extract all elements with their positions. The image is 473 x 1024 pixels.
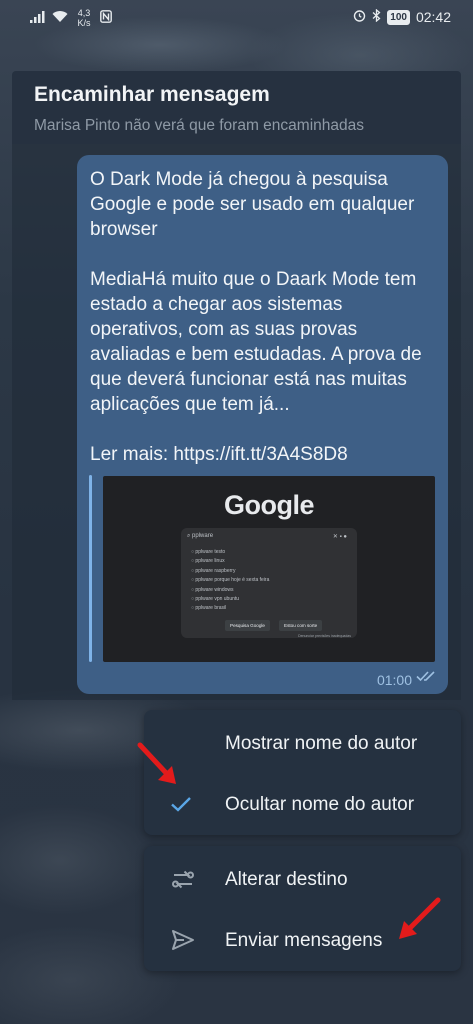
suggestion-item: pplware porque hoje é sexta feira — [191, 576, 269, 585]
google-suggestions: pplware testo pplware linux pplware rasp… — [191, 548, 269, 614]
forward-header: Encaminhar mensagem Marisa Pinto não ver… — [12, 71, 461, 144]
alarm-icon — [353, 9, 366, 25]
change-destination-label: Alterar destino — [225, 869, 348, 890]
send-icon — [170, 927, 196, 958]
page-subtitle: Marisa Pinto não verá que foram encaminh… — [34, 117, 364, 134]
suggestion-item: pplware raspberry — [191, 567, 269, 576]
suggestion-item: pplware windows — [191, 586, 269, 595]
page-title: Encaminhar mensagem — [34, 83, 270, 106]
google-search-button: Pesquisa Google — [225, 620, 270, 631]
google-search-box: ⌕ pplware✕ ▪ ● pplware testo pplware lin… — [181, 528, 357, 638]
clock: 02:42 — [415, 9, 451, 25]
google-lucky-button: Estou com sorte — [279, 620, 323, 631]
message-time: 01:00 — [376, 672, 412, 688]
suggestion-item: pplware linux — [191, 557, 269, 566]
nfc-icon — [100, 10, 112, 26]
red-arrow-icon — [136, 742, 178, 791]
swap-icon — [170, 866, 196, 897]
show-author-label: Mostrar nome do autor — [225, 733, 418, 754]
bluetooth-icon — [372, 8, 381, 25]
speed-unit: K/s — [77, 18, 91, 28]
checkmark-icon — [170, 796, 192, 817]
suggestion-item: pplware brasil — [191, 604, 269, 613]
send-messages-label: Enviar mensagens — [225, 930, 383, 951]
google-logo: Google — [224, 490, 315, 520]
show-author-option[interactable]: Mostrar nome do autor — [144, 713, 461, 773]
message-bubble: O Dark Mode já chegou à pesquisa Google … — [77, 155, 448, 694]
author-options-menu: Mostrar nome do autor Ocultar nome do au… — [144, 710, 461, 835]
search-query-text: pplware — [192, 533, 214, 539]
signal-icon — [30, 10, 46, 26]
red-arrow-icon — [396, 896, 442, 947]
status-bar: 4,3 K/s 100 02:42 — [0, 0, 473, 36]
network-speed: 4,3 K/s — [74, 8, 94, 28]
google-search-query: ⌕ pplware ✕ ▪ ● — [187, 533, 347, 540]
message-text: O Dark Mode já chegou à pesquisa Google … — [90, 169, 422, 465]
hide-author-label: Ocultar nome do autor — [225, 794, 415, 815]
google-footer-note: Denunciar previsões inadequadas — [298, 634, 351, 638]
link-preview-image[interactable]: Google ⌕ pplware✕ ▪ ● pplware testo pplw… — [103, 476, 435, 662]
hide-author-option[interactable]: Ocultar nome do autor — [144, 774, 461, 834]
battery-icon: 100 — [387, 9, 410, 25]
suggestion-item: pplware vpn ubuntu — [191, 595, 269, 604]
double-check-icon — [416, 669, 438, 687]
wifi-icon — [52, 10, 68, 26]
suggestion-item: pplware testo — [191, 548, 269, 557]
link-preview-accent — [89, 475, 92, 662]
speed-value: 4,3 — [77, 8, 91, 18]
